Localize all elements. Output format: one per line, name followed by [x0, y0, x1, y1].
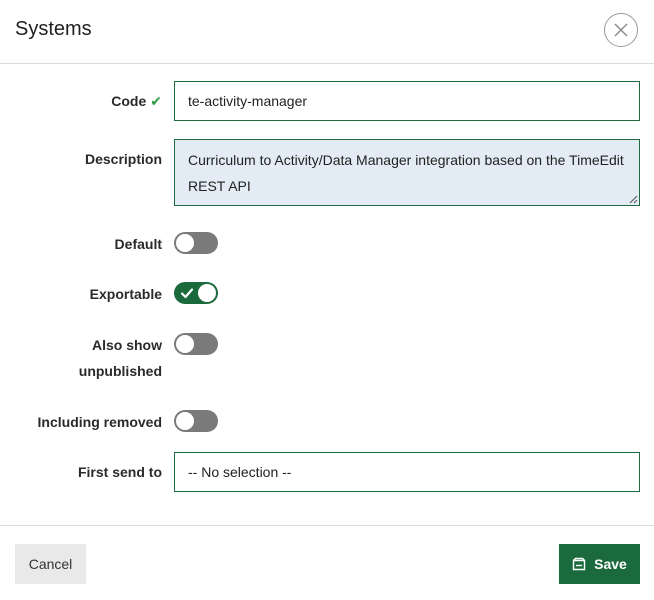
- description-label: Description: [84, 151, 162, 167]
- also-show-unpublished-label: Also show unpublished: [14, 332, 162, 384]
- default-toggle[interactable]: [174, 232, 218, 254]
- cancel-button[interactable]: Cancel: [15, 544, 86, 584]
- including-removed-toggle[interactable]: [174, 410, 218, 432]
- also-show-unpublished-toggle[interactable]: [174, 333, 218, 355]
- cancel-button-label: Cancel: [28, 556, 73, 572]
- code-label: Code ✔: [14, 88, 162, 114]
- dialog-title: Systems: [15, 18, 92, 40]
- first-send-to-value: -- No selection --: [188, 464, 292, 480]
- including-removed-label: Including removed: [37, 414, 162, 430]
- first-send-to-select[interactable]: -- No selection --: [174, 452, 640, 492]
- check-icon: ✔: [150, 93, 162, 109]
- toggle-knob: [176, 234, 194, 252]
- also-show-label-line1: Also show: [91, 337, 162, 353]
- save-button[interactable]: Save: [559, 544, 640, 584]
- close-icon: [614, 23, 628, 37]
- code-label-text: Code: [111, 93, 147, 109]
- description-value: Curriculum to Activity/Data Manager inte…: [188, 152, 624, 194]
- also-show-label-line2: unpublished: [78, 363, 162, 379]
- exportable-toggle[interactable]: [174, 282, 218, 304]
- first-send-to-label: First send to: [77, 464, 162, 480]
- resize-grip-icon[interactable]: [629, 195, 638, 204]
- toggle-knob: [176, 412, 194, 430]
- dialog-header: Systems: [0, 0, 654, 64]
- close-button[interactable]: [604, 13, 638, 47]
- default-label: Default: [114, 236, 162, 252]
- toggle-knob: [176, 335, 194, 353]
- toggle-knob: [198, 284, 216, 302]
- check-icon: [180, 288, 194, 299]
- save-icon: [572, 557, 586, 571]
- exportable-label: Exportable: [89, 286, 162, 302]
- save-button-label: Save: [594, 556, 627, 572]
- code-input[interactable]: te-activity-manager: [174, 81, 640, 121]
- description-textarea[interactable]: Curriculum to Activity/Data Manager inte…: [174, 139, 640, 206]
- dialog-footer: [0, 525, 654, 600]
- code-value: te-activity-manager: [188, 93, 308, 109]
